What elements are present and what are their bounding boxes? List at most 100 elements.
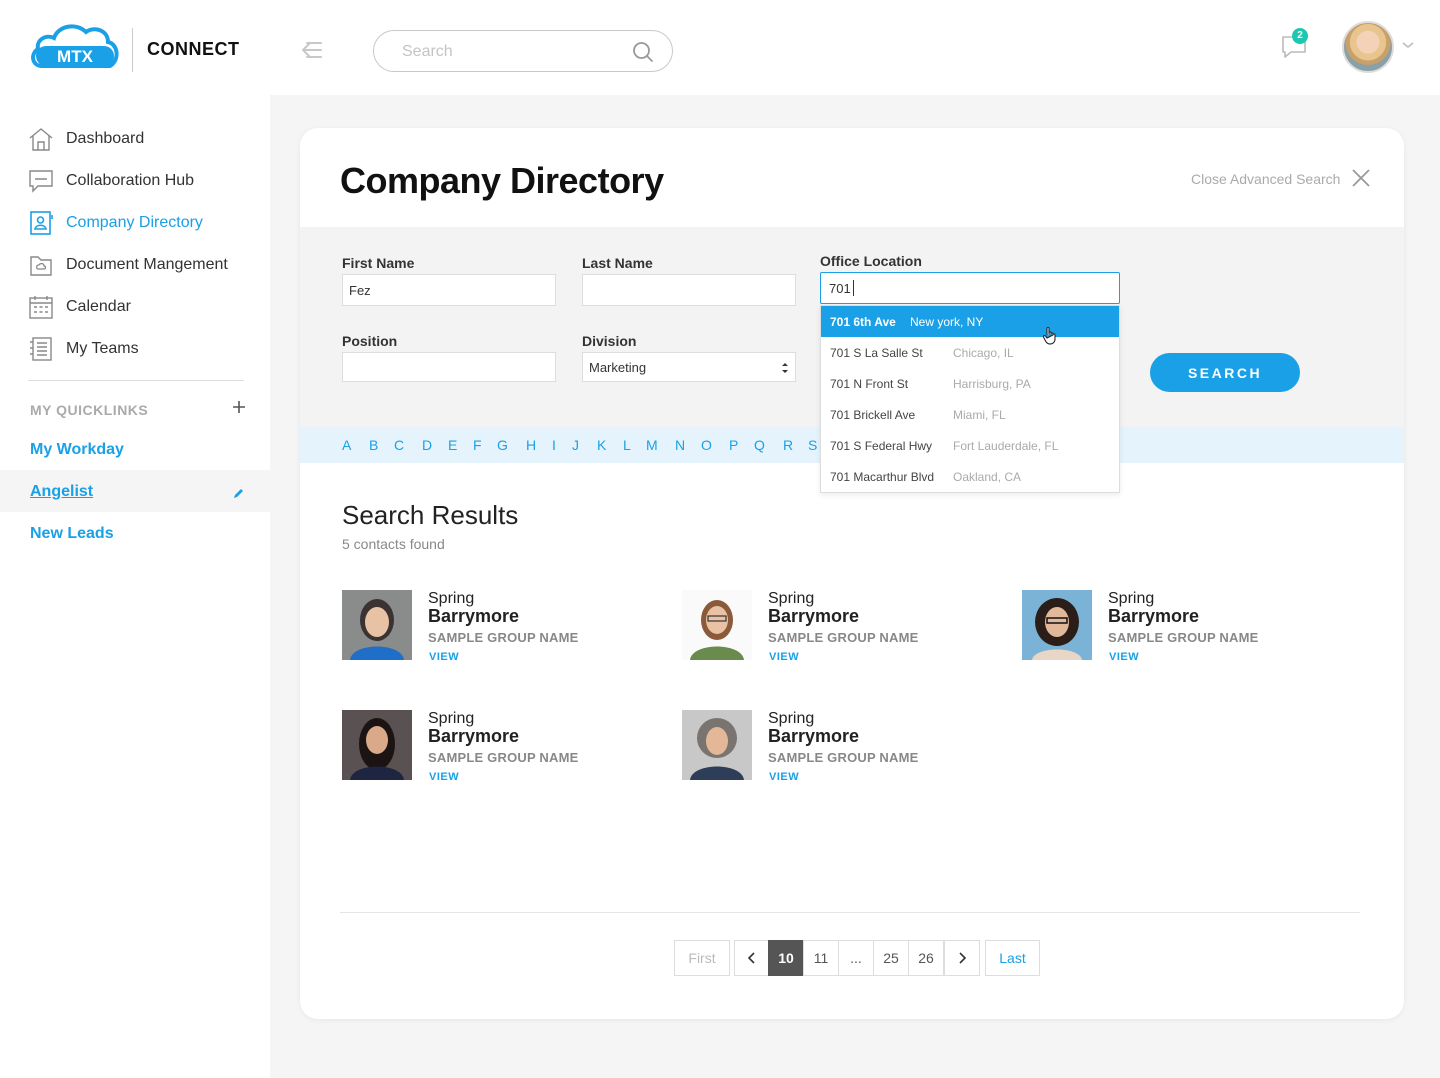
logo-text: MTX <box>57 47 94 66</box>
suggestion-item[interactable]: 701 6th Ave New york, NY <box>821 306 1119 337</box>
contact-photo[interactable] <box>1022 590 1092 660</box>
search-icon[interactable] <box>632 41 654 63</box>
close-icon[interactable] <box>1352 169 1370 187</box>
alpha-letter-c[interactable]: C <box>394 437 404 453</box>
alpha-letter-k[interactable]: K <box>597 437 606 453</box>
division-label: Division <box>582 333 637 349</box>
search-button[interactable]: SEARCH <box>1150 353 1300 392</box>
alpha-letter-a[interactable]: A <box>342 437 351 453</box>
office-location-label: Office Location <box>820 253 922 269</box>
suggestion-item[interactable]: 701 Macarthur Blvd Oakland, CA <box>821 461 1119 492</box>
contact-group-name: SAMPLE GROUP NAME <box>768 630 919 645</box>
quicklink-angelist[interactable]: Angelist <box>30 483 93 501</box>
view-contact-link[interactable]: VIEW <box>1109 651 1139 663</box>
contact-photo[interactable] <box>342 590 412 660</box>
office-location-input[interactable]: 701 <box>820 272 1120 304</box>
suggestion-city: Miami, FL <box>953 408 1006 422</box>
alpha-letter-r[interactable]: R <box>783 437 793 453</box>
first-name-input[interactable] <box>342 274 556 306</box>
sidebar-item-dashboard[interactable]: Dashboard <box>28 125 144 153</box>
global-search-input[interactable] <box>402 41 622 63</box>
user-avatar[interactable] <box>1342 21 1394 73</box>
sidebar-item-label: My Teams <box>66 340 139 357</box>
select-arrows-icon <box>782 363 788 373</box>
suggestion-street: 701 Macarthur Blvd <box>830 470 935 484</box>
suggestion-street: 701 S Federal Hwy <box>830 439 933 453</box>
contact-group-name: SAMPLE GROUP NAME <box>1108 630 1259 645</box>
quicklink-my-workday[interactable]: My Workday <box>30 441 124 459</box>
add-quicklink-icon[interactable] <box>230 398 248 416</box>
pagination-page[interactable]: 25 <box>873 940 909 976</box>
suggestion-city: Harrisburg, PA <box>953 377 1031 391</box>
directory-card: Company Directory Close Advanced Search … <box>300 128 1404 1019</box>
page-title: Company Directory <box>340 160 664 201</box>
pencil-edit-icon[interactable] <box>233 487 245 499</box>
division-select[interactable]: Marketing <box>582 352 796 382</box>
last-name-input[interactable] <box>582 274 796 306</box>
suggestion-item[interactable]: 701 Brickell Ave Miami, FL <box>821 399 1119 430</box>
quicklink-new-leads[interactable]: New Leads <box>30 525 114 543</box>
sidebar-item-label: Collaboration Hub <box>66 172 195 189</box>
sidebar-item-company-directory[interactable]: Company Directory <box>28 209 203 237</box>
contact-photo[interactable] <box>682 710 752 780</box>
chevron-left-icon <box>747 952 755 964</box>
contact-photo[interactable] <box>682 590 752 660</box>
sidebar: Dashboard Collaboration Hub Company Dire… <box>0 95 270 1078</box>
view-contact-link[interactable]: VIEW <box>429 771 459 783</box>
suggestion-item[interactable]: 701 S La Salle St Chicago, IL <box>821 337 1119 368</box>
alpha-letter-b[interactable]: B <box>369 437 378 453</box>
alpha-letter-d[interactable]: D <box>422 437 432 453</box>
position-input[interactable] <box>342 352 556 382</box>
pagination-prev[interactable] <box>734 940 769 976</box>
contact-card: Spring Barrymore SAMPLE GROUP NAME VIEW <box>682 590 982 663</box>
division-selected-value: Marketing <box>589 359 647 375</box>
alpha-letter-g[interactable]: G <box>497 437 508 453</box>
pagination-last[interactable]: Last <box>985 940 1040 976</box>
search-results-title: Search Results <box>342 500 519 530</box>
pagination-page[interactable]: 26 <box>908 940 944 976</box>
sidebar-item-collaboration-hub[interactable]: Collaboration Hub <box>28 167 194 195</box>
close-advanced-search-link[interactable]: Close Advanced Search <box>1191 171 1340 187</box>
alpha-letter-i[interactable]: I <box>552 437 556 453</box>
contact-photo[interactable] <box>342 710 412 780</box>
alpha-letter-e[interactable]: E <box>448 437 457 453</box>
chevron-down-icon[interactable] <box>1402 40 1414 50</box>
suggestion-city: Oakland, CA <box>953 470 1022 484</box>
pagination-page[interactable]: 11 <box>803 940 839 976</box>
sidebar-divider <box>28 380 244 381</box>
alpha-letter-o[interactable]: O <box>701 437 712 453</box>
suggestion-item[interactable]: 701 N Front St Harrisburg, PA <box>821 368 1119 399</box>
contact-last-name: Barrymore <box>768 606 860 626</box>
position-label: Position <box>342 333 398 349</box>
contact-card-icon <box>30 211 53 235</box>
quicklinks-title: MY QUICKLINKS <box>30 402 149 418</box>
folder-icon <box>30 256 52 276</box>
alpha-letter-p[interactable]: P <box>729 437 738 453</box>
view-contact-link[interactable]: VIEW <box>429 651 459 663</box>
alpha-letter-l[interactable]: L <box>623 437 631 453</box>
suggestion-city: Chicago, IL <box>953 346 1014 360</box>
alpha-letter-n[interactable]: N <box>675 437 685 453</box>
view-contact-link[interactable]: VIEW <box>769 771 799 783</box>
alpha-letter-q[interactable]: Q <box>754 437 765 453</box>
pagination-page-current[interactable]: 10 <box>768 940 804 976</box>
pagination-next[interactable] <box>944 940 980 976</box>
contact-last-name: Barrymore <box>768 726 860 746</box>
view-contact-link[interactable]: VIEW <box>769 651 799 663</box>
collapse-menu-icon[interactable] <box>297 38 323 62</box>
first-name-label: First Name <box>342 255 415 271</box>
sidebar-item-document-management[interactable]: Document Mangement <box>28 251 228 279</box>
alpha-letter-m[interactable]: M <box>646 437 658 453</box>
alpha-letter-f[interactable]: F <box>473 437 482 453</box>
alpha-letter-h[interactable]: H <box>526 437 536 453</box>
sidebar-item-my-teams[interactable]: My Teams <box>28 335 139 363</box>
alpha-letter-j[interactable]: J <box>572 437 579 453</box>
chevron-right-icon <box>959 952 967 964</box>
alpha-letter-s[interactable]: S <box>808 437 817 453</box>
office-location-suggestions: 701 6th Ave New york, NY 701 S La Salle … <box>820 305 1120 493</box>
mtx-cloud-logo-icon[interactable]: MTX <box>30 20 120 74</box>
sidebar-item-calendar[interactable]: Calendar <box>28 293 131 321</box>
suggestion-item[interactable]: 701 S Federal Hwy Fort Lauderdale, FL <box>821 430 1119 461</box>
pagination-first[interactable]: First <box>674 940 730 976</box>
home-icon <box>29 128 53 151</box>
